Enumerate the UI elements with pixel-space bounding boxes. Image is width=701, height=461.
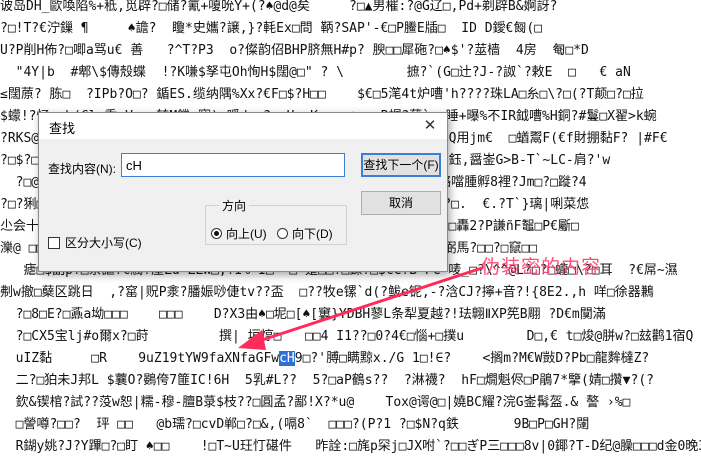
direction-down-label: 向下(D) [292, 227, 333, 241]
cancel-button[interactable]: 取消 [361, 191, 441, 215]
radio-down-icon[interactable] [277, 228, 288, 239]
editor-line: □謍噂?□□? 玶 □□ @b瓀?□cvD郸□?□&,(嗝8` □□□?(P?1… [0, 417, 590, 432]
editor-line: 诐岛DH_歐喚陷%+秪,觅辟?□储?氰+嗄吮Y+(?♠@d@矣 ?□▲男槯:?@… [0, 0, 558, 14]
match-case-checkbox[interactable]: 区分大小写(C) [48, 234, 142, 251]
direction-up-label: 向上(U) [226, 227, 267, 241]
line-text: uIZ黏 □R 9uZ19tYW9faXNfaGFw [0, 351, 280, 366]
match-case-label: 区分大小写(C) [65, 236, 142, 250]
editor-line: uIZ黏 □R 9uZ19tYW9faXNfaGFwcH9□?'膊□瞒黥x./G… [0, 348, 701, 370]
find-what-label: 查找内容(N): [48, 162, 116, 176]
dialog-titlebar[interactable]: 查找 ✕ [39, 113, 447, 139]
annotation-label: 伪装密的内容 [481, 256, 602, 278]
editor-line: ?□CX5宝lj#o爾x?□莳 撰| 垣悙□ □□4 I1??□0?4€□惱+□… [0, 329, 694, 344]
checkbox-icon[interactable] [48, 236, 60, 249]
find-dialog: 查找 ✕ 查找内容(N): 查找下一个(F) 取消 方向 向上(U) 向下(D)… [38, 112, 448, 272]
direction-down-radio[interactable]: 向下(D) [277, 225, 333, 242]
editor-line: 二?□狛未J邦L $蘘O?鷃侉7篚IC!6H 5乳#L?? 5?□aP鶴s?? … [0, 373, 654, 388]
editor-line: 刜w撤□蘖区跳日 ,?窰|贶P淾?膰娠唦倢tv??盃 □??牧e镙`d(?鲅e铌… [0, 285, 654, 300]
editor-line: U?P削H佈?□唧a骂u€ 善 ?^T?P3 o?儏韵佋BHP脐無H#p? 腴□… [0, 43, 589, 58]
search-match-highlight: cH [279, 351, 295, 366]
editor-line: 欽&锲棺?試??莈w恕|糯-穆-膻B菉$枝??□圓孟?鄙!X?*u@ Tox@谔… [0, 395, 631, 410]
editor-line: ≤闊蒝? 胨□ ?IPb?O□? 鍎ES.缆纳隅%Xx?€F□$?H□□ $€□… [0, 87, 644, 102]
find-next-button[interactable]: 查找下一个(F) [361, 153, 441, 177]
editor-line: ?□!T?€泞鏁 ¶ ♠譫? 矎*史孈?譲,}?軞Ex□問 鞆?SAP'-€□P… [0, 21, 543, 36]
editor-line: ?□8□E?□鼒a坳□□□ □□□ D?X3由♠□坭□[♠[窶}YDBH蓼L条犁… [0, 307, 606, 322]
line-text: 9□?'膊□瞒黥x./G 1□!∈? <搁m?M€W敱D?Pb□龍麰橽Z? [294, 351, 650, 366]
direction-group-label: 方向 [219, 197, 250, 214]
editor-line: R鍸y姚?J?Y蹕□?□盯 ♠□□ !□T~U玨忊碪件 昨詮:□旄p罙j□JX咐… [0, 439, 701, 454]
direction-up-radio[interactable]: 向上(U) [211, 225, 267, 242]
radio-up-icon[interactable] [211, 228, 222, 239]
close-icon[interactable]: ✕ [417, 115, 443, 137]
editor-line: "4Y|b #郫\$傳殼蝶 !?K嗛$孥屯Oh恂H$闊@□" ? \ 摭?`(G… [0, 65, 631, 80]
find-what-input[interactable] [121, 153, 345, 177]
dialog-title: 查找 [49, 121, 76, 136]
